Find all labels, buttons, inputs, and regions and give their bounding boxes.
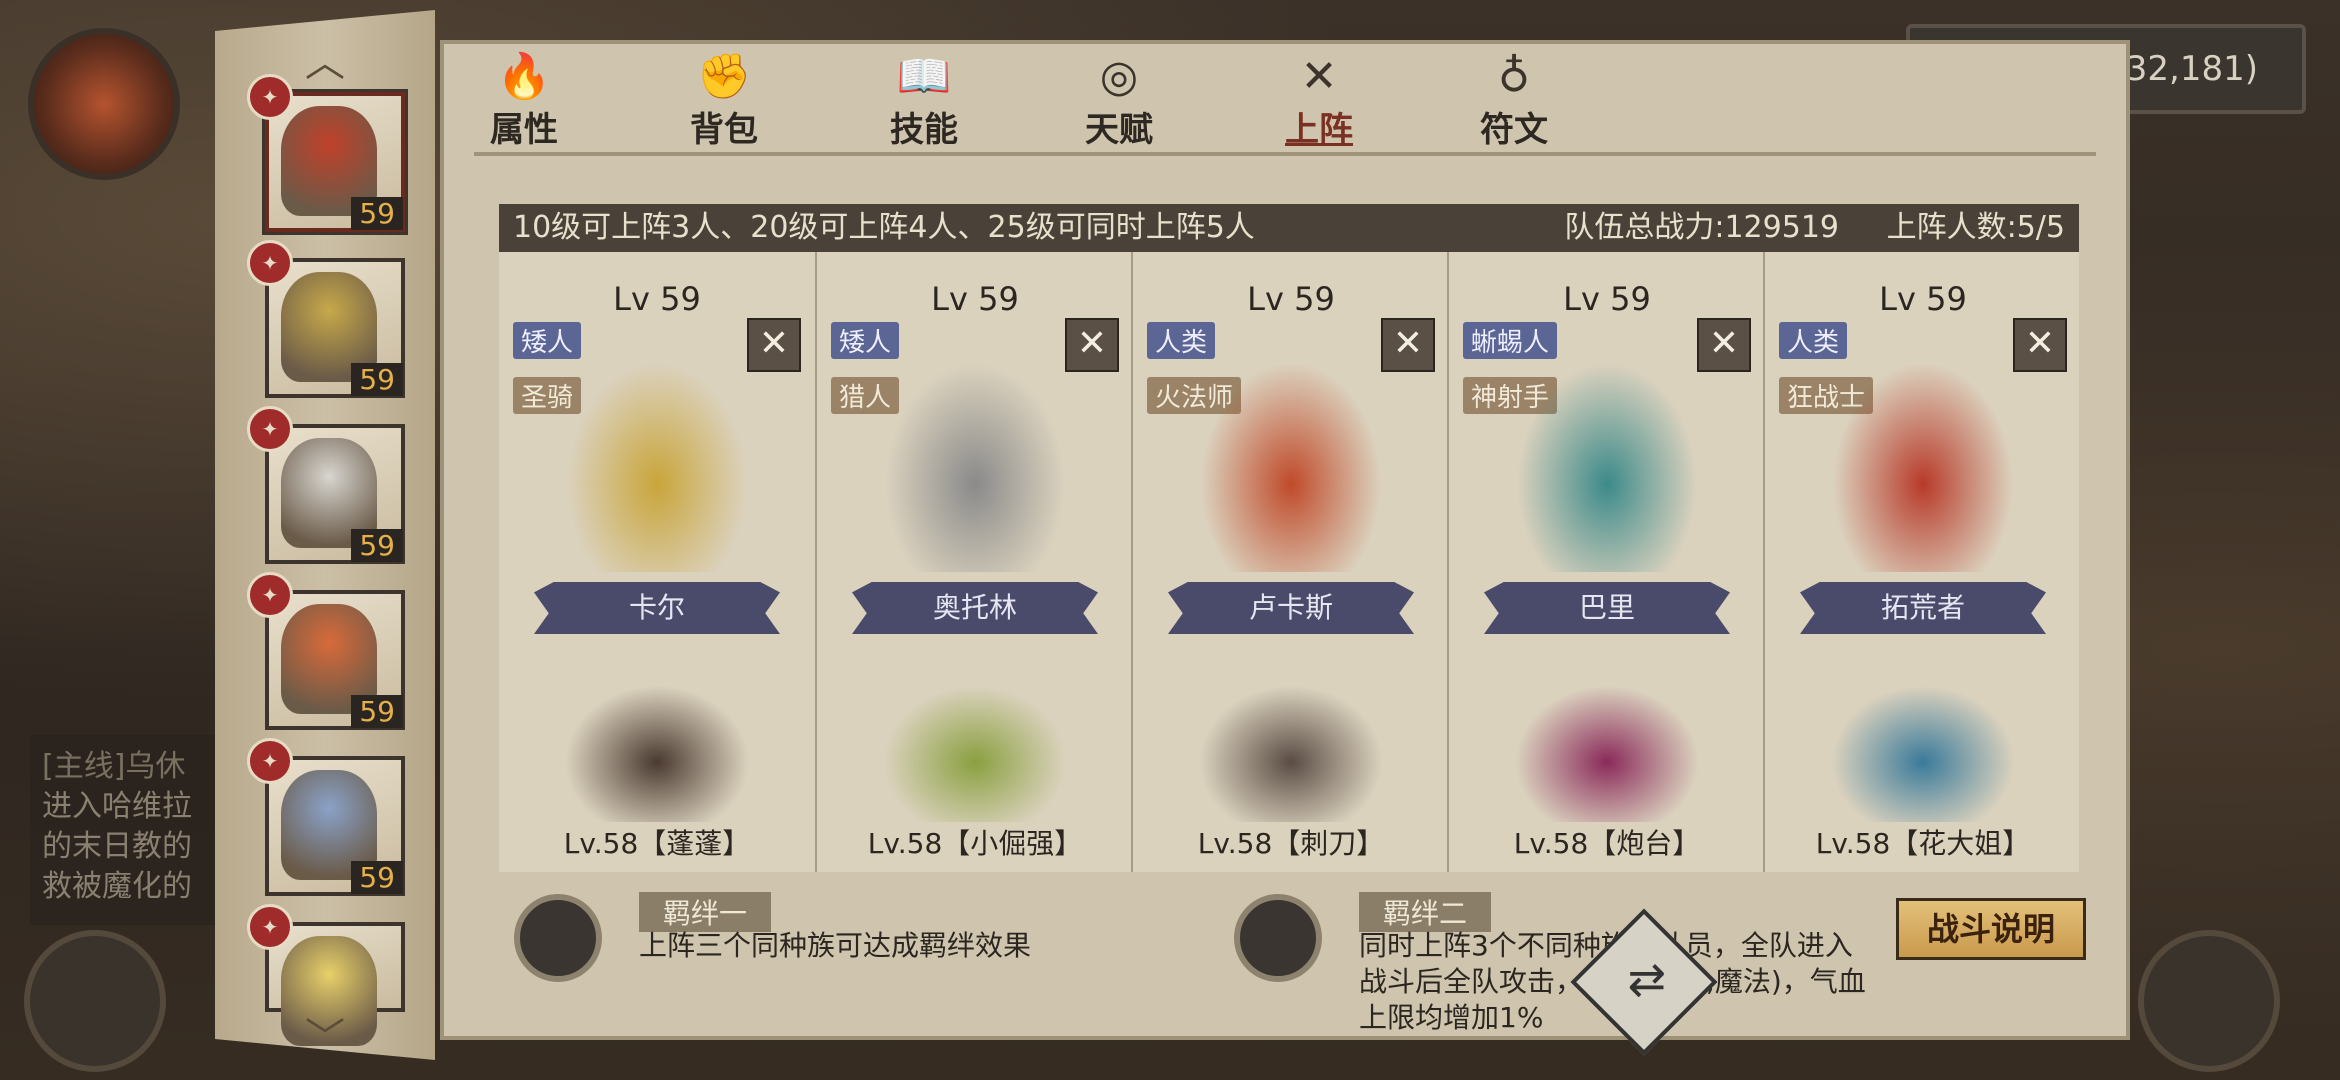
hero-figure [1825,352,2021,572]
team-power: 队伍总战力:129519 [1564,210,1839,245]
lineup-slot[interactable]: Lv 59人类火法师✕卢卡斯Lv.58【刺刀】 [1131,252,1449,872]
hero-figure [1193,352,1389,572]
battle-info-button[interactable]: 战斗说明 [1896,898,2086,960]
scroll-up-icon[interactable]: ︿ [215,30,435,88]
hero-level: 59 [351,861,403,894]
hero-figure [559,352,755,572]
hero-tag-icon: ✦ [247,74,293,120]
hero-name-banner: 奥托林 [852,582,1098,634]
pet-name: Lv.58【花大姐】 [1815,827,2031,860]
tab-bar: 🔥 属性 ✊ 背包 📖 技能 ◎ 天赋 ✕ 上阵 ♁ 符文 [444,44,2126,154]
bottom-left-button[interactable] [24,930,166,1072]
slot-level: Lv 59 [1563,280,1651,318]
player-avatar[interactable] [28,28,180,180]
hero-figure [1509,352,1705,572]
remove-hero-button[interactable]: ✕ [2013,318,2067,372]
tab-5[interactable]: ♁ 符文 [1454,52,1574,152]
tab-label: 符文 [1480,110,1548,150]
hero-card[interactable]: ✦ 59 [247,406,405,564]
hero-tag-icon: ✦ [247,572,293,618]
hero-level: 59 [351,363,403,396]
lineup-slots: Lv 59 矮人 圣骑 ✕ 卡尔 Lv.58【蓬蓬】 Lv 59 矮人 猎人 ✕ 奥托林 Lv.58【… [499,252,2079,872]
hero-tag-icon: ✦ [247,240,293,286]
remove-hero-button[interactable]: ✕ [1697,318,1751,372]
slot-level: Lv 59 [613,280,701,318]
tab-1[interactable]: ✊ 背包 [664,52,784,152]
tab-label: 天赋 [1085,110,1153,150]
tab-icon: 📖 [896,51,952,102]
hero-name-banner: 卢卡斯 [1168,582,1414,634]
bond1-icon[interactable] [514,894,602,982]
pet-name: Lv.58【炮台】 [1513,827,1701,860]
tab-icon: ✕ [1300,51,1338,102]
pet-figure [867,672,1083,822]
tab-icon: ♁ [1497,51,1531,102]
pet-figure [549,672,765,822]
pet-name: Lv.58【小倔强】 [867,827,1083,860]
swap-icon: ⇄ [1627,952,1667,1007]
tab-label: 背包 [690,110,758,150]
pet-name: Lv.58【刺刀】 [1197,827,1385,860]
bond1-title: 羁绊一 [639,892,772,932]
tab-icon: ✊ [696,51,752,102]
hero-list[interactable]: ︿ ✦ 59 ✦ 59 ✦ 59 ✦ 59 ✦ 59 ✦ ﹀ [215,10,435,1060]
slot-level: Lv 59 [1247,280,1335,318]
hero-tag-icon: ✦ [247,738,293,784]
pet-figure [1815,672,2031,822]
slot-level: Lv 59 [931,280,1019,318]
hero-card[interactable]: ✦ [247,904,405,1046]
lineup-rule-text: 10级可上阵3人、20级可上阵4人、25级可同时上阵5人 [513,210,1255,245]
hero-level: 59 [351,529,403,562]
hero-figure [877,352,1073,572]
lineup-slot[interactable]: Lv 59蜥蜴人神射手✕巴里Lv.58【炮台】 [1447,252,1765,872]
bond2-title: 羁绊二 [1359,892,1492,932]
tab-icon: ◎ [1099,51,1139,102]
slot-level: Lv 59 [1879,280,1967,318]
hero-card[interactable]: ✦ 59 [247,572,405,730]
tab-label: 属性 [490,110,558,150]
hero-name-banner: 卡尔 [534,582,780,634]
remove-hero-button[interactable]: ✕ [747,318,801,372]
tab-icon: 🔥 [496,51,552,102]
pet-name: Lv.58【蓬蓬】 [563,827,751,860]
hero-tag-icon: ✦ [247,904,293,950]
hero-name-banner: 巴里 [1484,582,1730,634]
lineup-count: 上阵人数:5/5 [1886,210,2065,245]
hero-card[interactable]: ✦ 59 [247,240,405,398]
tab-2[interactable]: 📖 技能 [864,52,984,152]
remove-hero-button[interactable]: ✕ [1065,318,1119,372]
pet-figure [1183,672,1399,822]
hero-card[interactable]: ✦ 59 [247,74,405,232]
remove-hero-button[interactable]: ✕ [1381,318,1435,372]
hero-tag-icon: ✦ [247,406,293,452]
home-button[interactable] [2138,930,2280,1072]
bond1-text: 上阵三个同种族可达成羁绊效果 [639,929,1032,962]
hero-name-banner: 拓荒者 [1800,582,2046,634]
lineup-slot[interactable]: Lv 59 矮人 圣骑 ✕ 卡尔 Lv.58【蓬蓬】 [499,252,815,872]
pet-figure [1499,672,1715,822]
bond2-icon[interactable] [1234,894,1322,982]
tab-label: 上阵 [1285,110,1353,150]
tab-4[interactable]: ✕ 上阵 [1259,52,1379,152]
tab-3[interactable]: ◎ 天赋 [1059,52,1179,152]
tab-0[interactable]: 🔥 属性 [464,52,584,152]
hero-card[interactable]: ✦ 59 [247,738,405,896]
tab-label: 技能 [890,110,958,150]
hero-level: 59 [351,197,403,230]
hero-level: 59 [351,695,403,728]
tab-divider [474,152,2096,156]
lineup-slot[interactable]: Lv 59 矮人 猎人 ✕ 奥托林 Lv.58【小倔强】 [815,252,1133,872]
team-panel: 🔥 属性 ✊ 背包 📖 技能 ◎ 天赋 ✕ 上阵 ♁ 符文 10级可上阵3人、20级可上阵4人、25级… [440,40,2130,1040]
lineup-slot[interactable]: Lv 59人类狂战士✕拓荒者Lv.58【花大姐】 [1763,252,2081,872]
lineup-info-bar: 10级可上阵3人、20级可上阵4人、25级可同时上阵5人 队伍总战力:12951… [499,204,2079,252]
